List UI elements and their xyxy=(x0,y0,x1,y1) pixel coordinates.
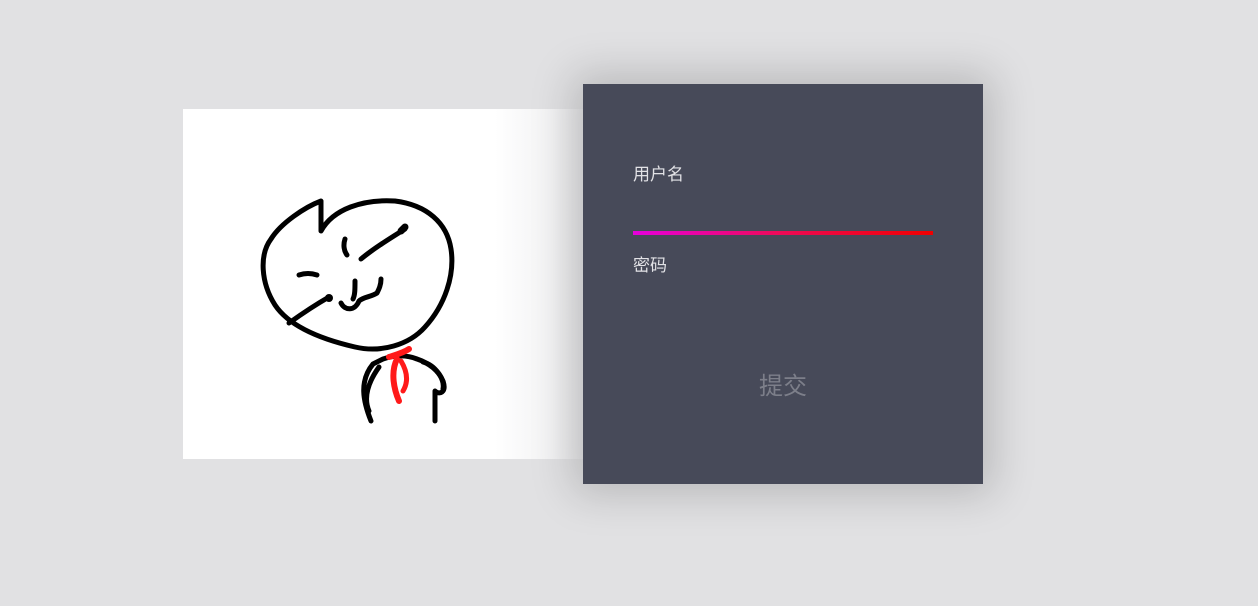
username-underline xyxy=(633,231,933,235)
illustration-panel xyxy=(183,109,583,459)
meme-face-illustration xyxy=(260,198,455,424)
login-form-panel: 用户名 密码 提交 xyxy=(583,84,983,484)
username-label: 用户名 xyxy=(633,165,684,185)
login-stage: 用户名 密码 提交 xyxy=(0,0,1258,606)
password-input[interactable] xyxy=(633,284,933,312)
username-input[interactable] xyxy=(633,202,933,230)
password-label: 密码 xyxy=(633,256,667,276)
submit-button[interactable]: 提交 xyxy=(733,364,833,408)
